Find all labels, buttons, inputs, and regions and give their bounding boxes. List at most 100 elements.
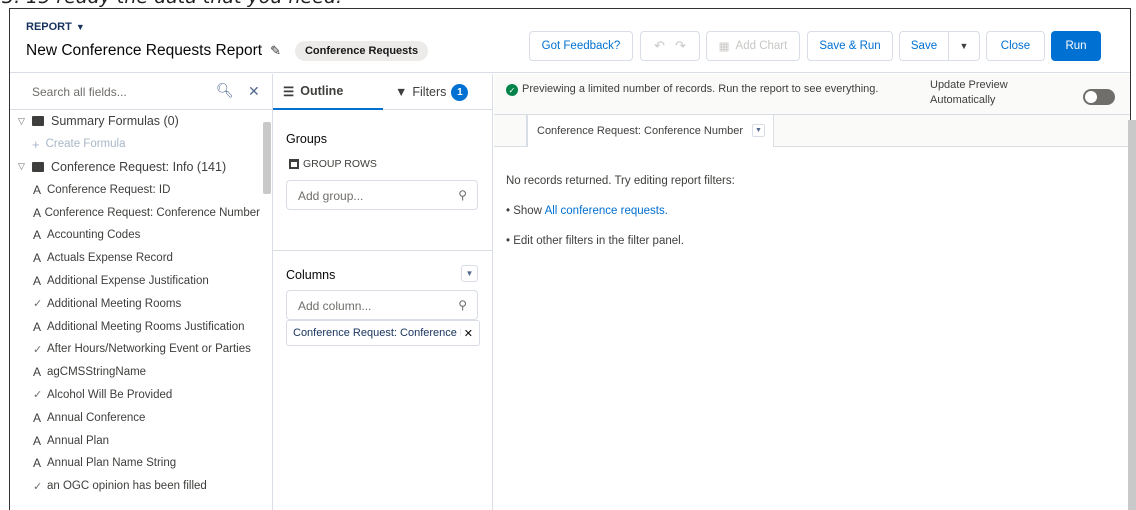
search-icon: ⚲ [458,298,467,312]
remove-close-icon[interactable]: ✕ [464,327,473,340]
field-label: Actuals Expense Record [47,252,173,265]
field-list-item[interactable]: ✓ Additional Meeting Rooms [10,292,260,315]
scrollbar-thumb[interactable] [263,122,271,194]
checkbox-type-icon: ✓ [33,298,43,311]
group-rows-label: GROUP ROWS [303,158,377,170]
field-list-item[interactable]: AagCMSStringName [10,361,260,384]
report-type-pill: Conference Requests [294,41,429,61]
save-and-run-button[interactable]: Save & Run [807,31,893,61]
add-group-input[interactable]: Add group... ⚲ [286,180,478,210]
report-title[interactable]: New Conference Requests Report [26,42,262,60]
group-label: Conference Request: Info (141) [51,159,227,174]
text-type-icon: A [33,433,42,448]
success-check-icon: ✓ [506,84,518,96]
field-list-item[interactable]: A Conference Request: Conference Number [10,201,260,224]
field-label: Alcohol Will Be Provided [47,388,173,401]
field-list-item[interactable]: A Annual Plan [10,429,260,452]
text-type-icon: A [33,319,42,334]
checkbox-type-icon: ✓ [33,343,43,356]
chevron-down-icon: ▽ [18,115,25,126]
all-conference-requests-link[interactable]: All conference requests. [545,205,668,217]
create-formula-link[interactable]: + Create Formula [10,133,260,156]
report-builder-window: REPORT ▼ New Conference Requests Report … [9,8,1131,510]
field-label: Additional Expense Justification [47,274,209,287]
text-type-icon: A [33,228,42,243]
tab-outline[interactable]: ☰ Outline [273,74,383,110]
redo-icon[interactable]: ↷ [675,38,686,54]
field-list-item[interactable]: A Additional Expense Justification [10,270,260,293]
edit-filters-hint: • Edit other filters in the filter panel… [506,235,684,247]
field-label: Additional Meeting Rooms [47,297,182,310]
field-list-item[interactable]: ✓ an OGC opinion has been filled [10,475,260,498]
field-label: Conference Request: ID [47,183,171,196]
outline-panel: ☰ Outline ▼ Filters 1 Groups GROUP ROWS … [273,74,493,510]
fields-scrollbar[interactable] [261,110,271,510]
list-icon: ☰ [283,84,295,99]
show-all-line: • Show All conference requests. [506,205,668,217]
save-button[interactable]: Save [899,31,949,61]
search-icon[interactable]: 🔍︎ [216,82,234,99]
field-list-item[interactable]: A Accounting Codes [10,224,260,247]
groups-title: Groups [286,132,327,146]
field-search-bar: Search all fields... 🔍︎ ✕ [10,74,272,110]
preview-notice-bar: ✓ Previewing a limited number of records… [494,74,1130,115]
undo-redo-group: ↶ ↷ [640,31,700,61]
add-chart-button[interactable]: ▦ Add Chart [706,31,800,61]
field-list-item[interactable]: ✓ Alcohol Will Be Provided [10,384,260,407]
column-chip[interactable]: Conference Request: Conference I ✕ [286,320,480,346]
text-type-icon: A [33,410,42,425]
filter-icon: ▼ [395,85,408,99]
columns-menu-chevron-down-icon[interactable]: ▼ [461,265,478,282]
empty-message: No records returned. Try editing report … [506,175,735,187]
preview-column-header[interactable]: Conference Request: Conference Number ▼ [526,115,774,147]
field-label: Conference Request: Conference Number [44,206,260,219]
show-prefix: • Show [506,205,545,217]
top-strip: 3. 15 ready the data that you need. [0,0,1136,8]
field-label: After Hours/Networking Event or Parties [47,343,251,356]
field-list-item[interactable]: ✓ After Hours/Networking Event or Parties [10,338,260,361]
text-type-icon: A [33,205,42,220]
field-search-input[interactable]: Search all fields... [32,85,127,99]
add-column-input[interactable]: Add column... ⚲ [286,290,478,320]
caret-down-icon: ▼ [75,22,85,32]
page-scrollbar[interactable] [1128,120,1136,510]
chart-icon: ▦ [718,41,730,53]
column-header-label: Conference Request: Conference Number [537,125,744,137]
report-header: REPORT ▼ New Conference Requests Report … [10,9,1130,73]
field-list-item[interactable]: A Annual Conference [10,406,260,429]
field-list-item[interactable]: A Conference Request: ID [10,178,260,201]
info-group[interactable]: ▽ Conference Request: Info (141) [10,156,260,179]
field-tree: ▽ Summary Formulas (0) + Create Formula … [10,110,260,498]
text-type-icon: A [33,456,42,471]
checkbox-type-icon: ✓ [33,389,43,402]
field-list-item[interactable]: A Actuals Expense Record [10,247,260,270]
field-label: Annual Plan Name String [47,457,177,470]
chevron-down-icon[interactable]: ▼ [752,124,765,137]
close-icon[interactable]: ✕ [248,83,260,100]
text-type-icon: A [33,182,42,197]
field-list: A Conference Request: ID A Conference Reque… [10,178,260,497]
preview-notice-text: Previewing a limited number of records. … [522,83,879,95]
update-preview-line1: Update Preview [930,79,1008,91]
text-type-icon: A [33,273,42,288]
summary-formulas-group[interactable]: ▽ Summary Formulas (0) [10,110,260,133]
checkbox-type-icon: ✓ [33,480,43,493]
folder-icon [32,161,44,172]
feedback-button[interactable]: Got Feedback? [529,31,633,61]
preview-panel: ✓ Previewing a limited number of records… [494,74,1130,510]
close-button[interactable]: Close [986,31,1045,61]
toggle-knob [1085,91,1097,103]
field-list-item[interactable]: A Annual Plan Name String [10,452,260,475]
field-label: an OGC opinion has been filled [47,480,207,493]
tab-filters[interactable]: ▼ Filters 1 [395,74,469,110]
pencil-icon[interactable]: ✎ [270,43,281,59]
save-menu-chevron-down-icon[interactable]: ▼ [948,31,980,61]
add-group-placeholder: Add group... [298,189,364,203]
auto-update-toggle[interactable] [1083,89,1115,105]
undo-icon[interactable]: ↶ [654,38,665,54]
group-rows-icon [289,159,299,169]
report-eyebrow-menu[interactable]: REPORT ▼ [26,21,85,33]
field-list-item[interactable]: A Additional Meeting Rooms Justification [10,315,260,338]
column-chip-label: Conference Request: Conference I [293,327,461,339]
run-button[interactable]: Run [1051,31,1101,61]
